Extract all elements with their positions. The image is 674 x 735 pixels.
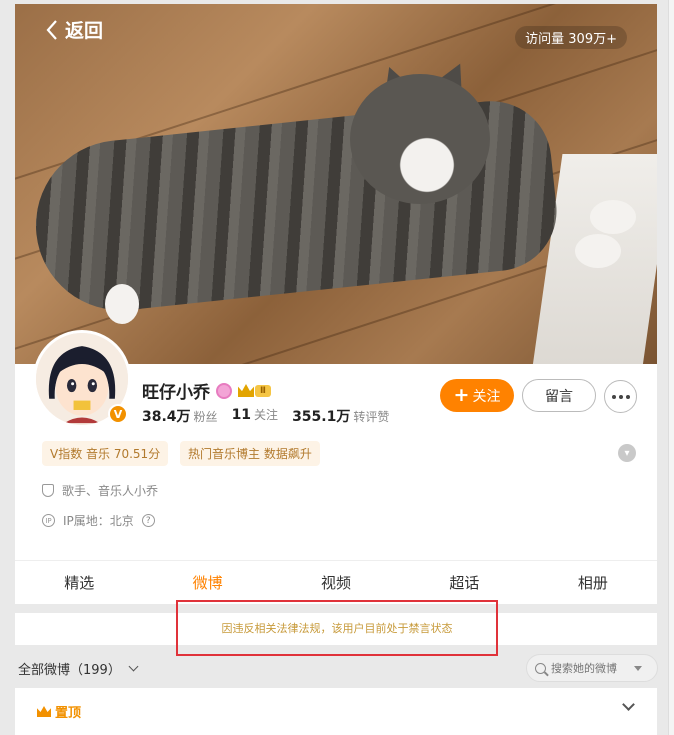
chevron-down-icon [128, 661, 139, 672]
name-row: 旺仔小乔 Ⅱ [142, 378, 271, 403]
stat-fans[interactable]: 38.4万 粉丝 [142, 406, 218, 426]
side-strip [668, 0, 674, 735]
weibo-profile-page: 返回 访问量 309万+ V 旺仔小乔 Ⅱ 38.4万 粉丝 11 关注 355.1… [0, 0, 674, 735]
feed-header: 全部微博（199） [18, 654, 658, 682]
stats-row: 38.4万 粉丝 11 关注 355.1万 转评赞 [142, 406, 389, 426]
cat-head [350, 74, 490, 204]
stat-engagement: 355.1万 转评赞 [292, 409, 390, 425]
feed-search[interactable] [526, 654, 658, 682]
shield-icon [42, 484, 54, 497]
occupation-line: 歌手、音乐人小乔 [42, 482, 158, 499]
expand-tags-icon[interactable]: ▾ [618, 444, 636, 462]
plus-icon: + [453, 384, 470, 406]
pinned-label: 置顶 [55, 706, 82, 721]
follow-button[interactable]: + 关注 [440, 379, 514, 412]
hot-blogger-tag[interactable]: 热门音乐博主 数据飙升 [180, 441, 320, 466]
dropdown-icon[interactable] [634, 665, 642, 671]
help-icon[interactable]: ? [141, 514, 155, 527]
tab-album[interactable]: 相册 [529, 561, 657, 604]
tab-video[interactable]: 视频 [272, 561, 400, 604]
crown-icon[interactable]: Ⅱ [238, 384, 271, 397]
user-name: 旺仔小乔 [142, 383, 210, 403]
verified-badge: V [108, 404, 128, 424]
ip-icon: IP [42, 514, 55, 527]
tab-featured[interactable]: 精选 [15, 561, 143, 604]
back-label: 返回 [65, 20, 104, 42]
search-input[interactable] [551, 661, 629, 675]
v-index-tag[interactable]: V指数 音乐 70.51分 [42, 441, 169, 466]
back-icon [46, 19, 57, 40]
pinned-section: 置顶 [15, 688, 657, 735]
message-button[interactable]: 留言 [522, 379, 596, 412]
more-icon[interactable] [604, 380, 637, 413]
stat-following[interactable]: 11 关注 [232, 406, 279, 426]
search-icon [535, 662, 546, 674]
pink-badge-icon[interactable] [216, 382, 232, 399]
feed-filter[interactable]: 全部微博（199） [18, 659, 139, 678]
ip-line: IP IP属地：北京 ? [42, 512, 155, 529]
chevron-down-icon[interactable] [622, 698, 635, 711]
level-badge: Ⅱ [255, 384, 271, 397]
tab-supertopic[interactable]: 超话 [400, 561, 528, 604]
back-button[interactable]: 返回 [45, 16, 103, 43]
tab-weibo[interactable]: 微博 [143, 561, 271, 604]
profile-tabs: 精选 微博 视频 超话 相册 [15, 560, 657, 604]
visit-count: 访问量 309万+ [515, 26, 627, 49]
pin-icon [37, 706, 51, 717]
ban-notice: 因违反相关法律法规，该用户目前处于禁言状态 [176, 600, 498, 656]
cover-image: 返回 访问量 309万+ [15, 4, 657, 364]
